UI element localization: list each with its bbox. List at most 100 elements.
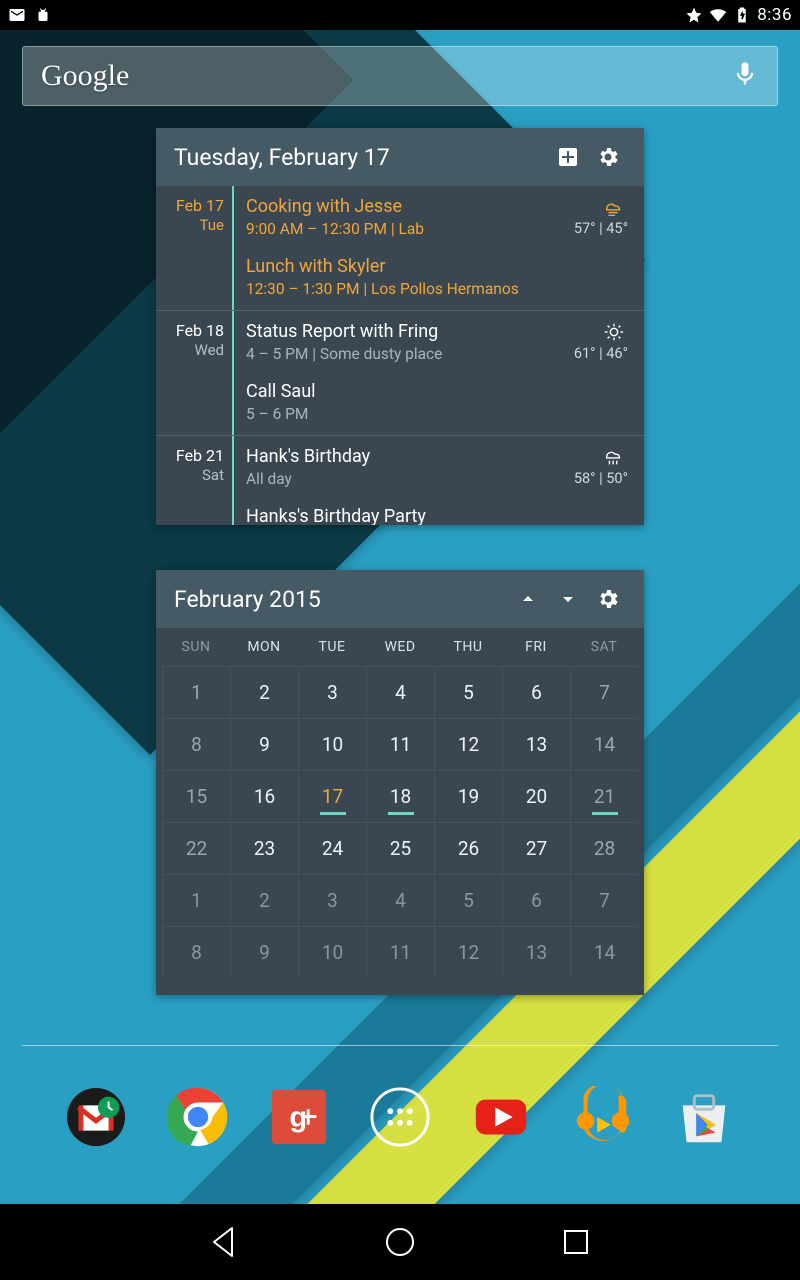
calendar-prev-button[interactable] xyxy=(508,579,548,619)
agenda-header: Tuesday, February 17 xyxy=(156,128,644,186)
nav-home-button[interactable] xyxy=(382,1224,418,1260)
chevron-down-icon xyxy=(556,587,580,611)
app-youtube[interactable] xyxy=(470,1086,532,1148)
calendar-day[interactable]: 7 xyxy=(570,874,638,926)
agenda-widget[interactable]: Tuesday, February 17 Feb 17TueCooking wi… xyxy=(156,128,644,525)
voice-search-button[interactable] xyxy=(731,60,759,92)
agenda-day[interactable]: Feb 17TueCooking with Jesse9:00 AM – 12:… xyxy=(156,186,644,310)
google-search-bar[interactable]: Google xyxy=(22,46,778,106)
event-title: Call Saul xyxy=(246,381,632,403)
calendar-day[interactable]: 26 xyxy=(434,822,502,874)
app-google-plus[interactable]: g xyxy=(268,1086,330,1148)
calendar-day[interactable]: 23 xyxy=(230,822,298,874)
agenda-event[interactable]: Cooking with Jesse9:00 AM – 12:30 PM | L… xyxy=(234,188,644,248)
nav-back-button[interactable] xyxy=(206,1224,242,1260)
agenda-day[interactable]: Feb 18WedStatus Report with Fring4 – 5 P… xyxy=(156,310,644,435)
dow-header: TUE xyxy=(298,628,366,666)
calendar-day[interactable]: 7 xyxy=(570,666,638,718)
calendar-day[interactable]: 6 xyxy=(502,874,570,926)
calendar-day[interactable]: 13 xyxy=(502,718,570,770)
chevron-up-icon xyxy=(516,587,540,611)
app-gmail[interactable] xyxy=(65,1086,127,1148)
calendar-day[interactable]: 1 xyxy=(162,874,230,926)
calendar-day[interactable]: 28 xyxy=(570,822,638,874)
calendar-day[interactable]: 4 xyxy=(366,874,434,926)
dow-header: SAT xyxy=(570,628,638,666)
navigation-bar xyxy=(0,1204,800,1280)
calendar-day[interactable]: 1 xyxy=(162,666,230,718)
calendar-day[interactable]: 12 xyxy=(434,718,502,770)
nav-recents-button[interactable] xyxy=(558,1224,594,1260)
agenda-event[interactable]: Hank's BirthdayAll day58° | 50° xyxy=(234,438,644,498)
calendar-day[interactable]: 11 xyxy=(366,718,434,770)
calendar-day[interactable]: 2 xyxy=(230,666,298,718)
calendar-widget[interactable]: February 2015 SUNMONTUEWEDTHUFRISAT 1234… xyxy=(156,570,644,995)
calendar-day[interactable]: 14 xyxy=(570,926,638,978)
calendar-day[interactable]: 14 xyxy=(570,718,638,770)
plus-icon xyxy=(556,145,580,169)
calendar-day[interactable]: 8 xyxy=(162,926,230,978)
chrome-icon xyxy=(167,1086,229,1148)
calendar-day[interactable]: 3 xyxy=(298,666,366,718)
calendar-day[interactable]: 27 xyxy=(502,822,570,874)
app-play-store[interactable] xyxy=(673,1086,735,1148)
calendar-day[interactable]: 17 xyxy=(298,770,366,822)
gear-icon xyxy=(596,145,620,169)
calendar-next-button[interactable] xyxy=(548,579,588,619)
play-store-icon xyxy=(673,1086,735,1148)
calendar-day[interactable]: 10 xyxy=(298,718,366,770)
wifi-icon xyxy=(709,6,727,24)
agenda-event[interactable]: Hanks's Birthday Party xyxy=(234,498,644,525)
calendar-day[interactable]: 5 xyxy=(434,666,502,718)
calendar-day[interactable]: 18 xyxy=(366,770,434,822)
battery-charging-icon xyxy=(733,6,751,24)
gear-icon xyxy=(596,587,620,611)
calendar-day[interactable]: 16 xyxy=(230,770,298,822)
agenda-day[interactable]: Feb 21SatHank's BirthdayAll day58° | 50°… xyxy=(156,435,644,525)
agenda-event[interactable]: Lunch with Skyler12:30 – 1:30 PM | Los P… xyxy=(234,248,644,308)
event-subtitle: 5 – 6 PM xyxy=(246,405,632,423)
play-music-icon xyxy=(572,1086,634,1148)
agenda-event[interactable]: Status Report with Fring 4 – 5 PM | Some … xyxy=(234,313,644,373)
app-play-music[interactable] xyxy=(572,1086,634,1148)
google-logo: Google xyxy=(41,59,129,93)
agenda-event[interactable]: Call Saul 5 – 6 PM xyxy=(234,373,644,433)
calendar-day[interactable]: 3 xyxy=(298,874,366,926)
event-subtitle: 4 – 5 PM | Some dusty place xyxy=(246,345,562,363)
agenda-settings-button[interactable] xyxy=(588,137,628,177)
calendar-day[interactable]: 9 xyxy=(230,718,298,770)
calendar-day[interactable]: 22 xyxy=(162,822,230,874)
calendar-day[interactable]: 21 xyxy=(570,770,638,822)
event-title: Status Report with Fring xyxy=(246,321,562,343)
calendar-day[interactable]: 25 xyxy=(366,822,434,874)
calendar-day[interactable]: 11 xyxy=(366,926,434,978)
event-subtitle: 12:30 – 1:30 PM | Los Pollos Hermanos xyxy=(246,280,632,298)
calendar-day[interactable]: 19 xyxy=(434,770,502,822)
status-bar: 8:36 xyxy=(0,0,800,30)
app-chrome[interactable] xyxy=(167,1086,229,1148)
calendar-day[interactable]: 10 xyxy=(298,926,366,978)
calendar-header: February 2015 xyxy=(156,570,644,628)
dow-header: THU xyxy=(434,628,502,666)
add-event-button[interactable] xyxy=(548,137,588,177)
app-drawer-button[interactable] xyxy=(369,1086,431,1148)
calendar-day[interactable]: 8 xyxy=(162,718,230,770)
status-time: 8:36 xyxy=(757,5,792,25)
back-icon xyxy=(206,1224,242,1260)
calendar-day[interactable]: 5 xyxy=(434,874,502,926)
calendar-day[interactable]: 13 xyxy=(502,926,570,978)
calendar-day[interactable]: 12 xyxy=(434,926,502,978)
calendar-settings-button[interactable] xyxy=(588,579,628,619)
microphone-icon xyxy=(731,60,759,88)
calendar-day[interactable]: 9 xyxy=(230,926,298,978)
calendar-day[interactable]: 4 xyxy=(366,666,434,718)
calendar-day[interactable]: 6 xyxy=(502,666,570,718)
event-subtitle: 9:00 AM – 12:30 PM | Lab xyxy=(246,220,562,238)
dow-header: FRI xyxy=(502,628,570,666)
agenda-title: Tuesday, February 17 xyxy=(174,144,548,171)
calendar-day[interactable]: 2 xyxy=(230,874,298,926)
calendar-day[interactable]: 24 xyxy=(298,822,366,874)
calendar-day[interactable]: 15 xyxy=(162,770,230,822)
calendar-day[interactable]: 20 xyxy=(502,770,570,822)
rain-icon xyxy=(600,446,628,468)
